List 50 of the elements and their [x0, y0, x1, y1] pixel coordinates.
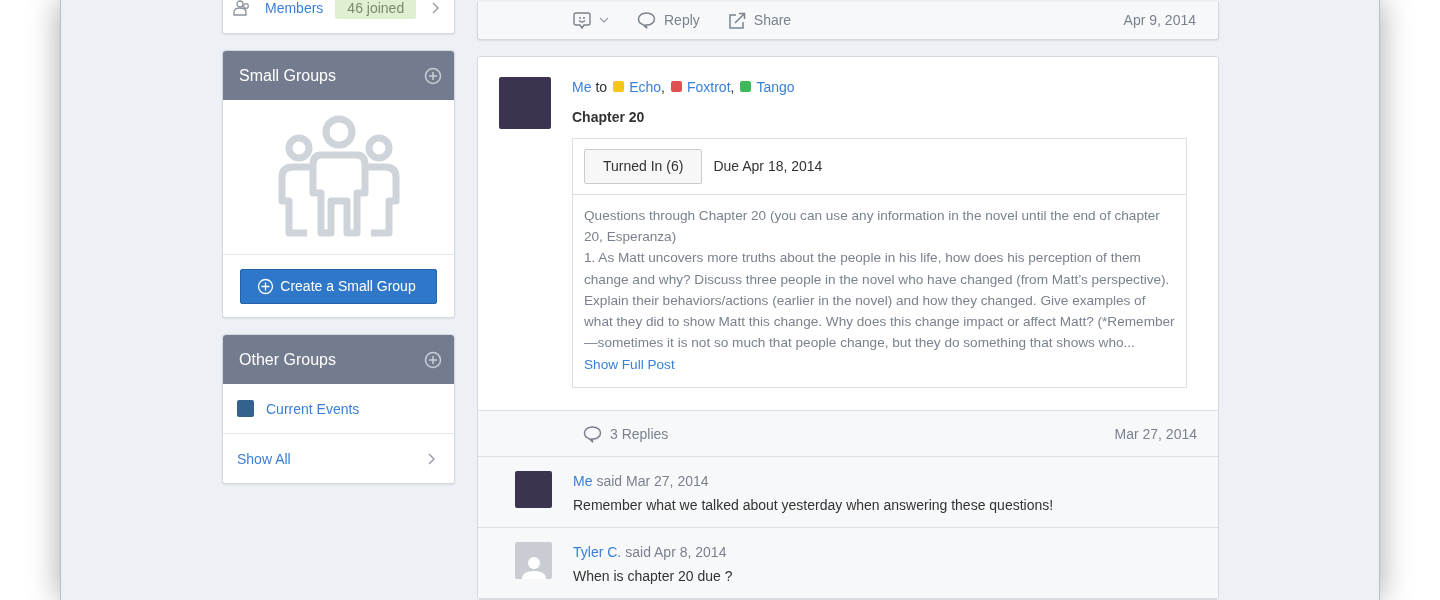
- separator-comma: ,: [730, 78, 735, 95]
- comment-date: said Mar 27, 2014: [596, 473, 709, 489]
- group-name: Current Events: [266, 400, 360, 417]
- share-label: Share: [753, 12, 792, 29]
- reaction-button[interactable]: [573, 11, 609, 30]
- comment-text: When is chapter 20 due ?: [573, 568, 733, 584]
- joined-badge: 46 joined: [335, 0, 417, 19]
- members-link[interactable]: Members: [265, 0, 324, 16]
- reply-link[interactable]: Reply: [637, 11, 700, 30]
- replies-count: 3 Replies: [610, 425, 669, 442]
- group-link[interactable]: Foxtrot: [686, 78, 731, 95]
- replies-link[interactable]: 3 Replies: [583, 424, 669, 443]
- due-date: Due Apr 18, 2014: [713, 158, 823, 175]
- speech-bubble-icon: [637, 11, 656, 30]
- show-all-link[interactable]: Show All: [223, 434, 454, 483]
- group-link[interactable]: Tango: [756, 78, 795, 95]
- chevron-right-icon: [428, 452, 436, 465]
- person-silhouette-icon: [521, 555, 546, 579]
- people-icon: [233, 0, 251, 16]
- comment-text: Remember what we talked about yesterday when answering these questions!: [573, 497, 1054, 513]
- share-icon: [727, 11, 746, 29]
- assignment-text: Questions through Chapter 20 (you can use any information in the novel until the end of chapter 20, Esperanza): [584, 206, 1161, 246]
- post-title: Chapter 20: [572, 108, 646, 125]
- chevron-right-icon: [432, 2, 440, 14]
- turned-in-button[interactable]: Turned In (6): [584, 148, 703, 184]
- speech-bubble-icon: [583, 424, 602, 443]
- add-icon: [257, 277, 275, 295]
- post-date: Mar 27, 2014: [1114, 425, 1197, 442]
- add-icon: [424, 350, 442, 369]
- separator-comma: ,: [661, 78, 665, 95]
- caret-icon: [599, 17, 609, 24]
- author-link[interactable]: Tyler C.: [573, 544, 622, 560]
- assignment-text: 1. As Matt uncovers more truths about the people in his life, how does his perception of them change and why? Discuss three people in the novel who have changed (from Matt’s perspective). Explain their behaviors/actions (earlier in the novel) and how they changed. Give examples of what they did to show Matt this change. Why does this change impact or affect Matt? (*Remember—sometimes it is not so much that people change, but they do something that shows who... Show Full Post: [584, 249, 1175, 374]
- share-link[interactable]: Share: [727, 11, 792, 29]
- author-link[interactable]: Me: [572, 78, 592, 95]
- group-list-item[interactable]: Current Events: [223, 384, 454, 434]
- small-groups-title: Small Groups: [239, 66, 336, 85]
- post-date: Apr 9, 2014: [1123, 12, 1196, 29]
- create-small-group-button[interactable]: Create a Small Group: [240, 268, 437, 304]
- author-link[interactable]: Me: [573, 473, 593, 489]
- other-groups-title: Other Groups: [239, 350, 336, 369]
- avatar-photo-placeholder: [515, 471, 552, 508]
- add-icon: [424, 66, 442, 85]
- avatar-photo-placeholder: [499, 76, 551, 129]
- show-full-post-link[interactable]: Show Full Post: [584, 356, 675, 372]
- comment-date: said Apr 8, 2014: [625, 544, 727, 560]
- reply-label: Reply: [664, 12, 700, 29]
- smiley-bubble-icon: [573, 11, 591, 30]
- to-label: to: [595, 78, 608, 95]
- show-all-label: Show All: [237, 450, 291, 467]
